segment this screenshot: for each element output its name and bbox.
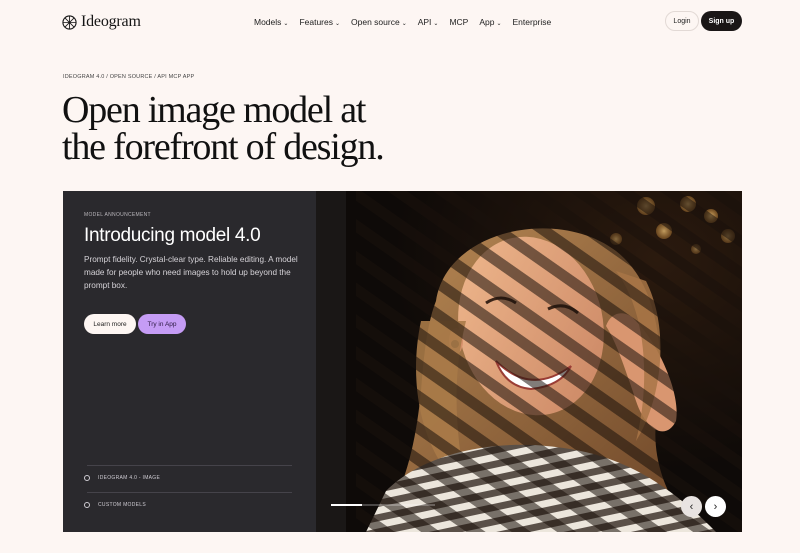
nav-item-mcp[interactable]: MCP — [449, 17, 468, 27]
learn-more-button[interactable]: Learn more — [84, 314, 136, 334]
nav-item-app[interactable]: App ⌄ — [479, 17, 501, 27]
nav-item-open-source[interactable]: Open source ⌄ — [351, 17, 407, 27]
hero-photo-illustration — [316, 191, 742, 532]
ideogram-logo-icon — [62, 14, 77, 30]
chevron-down-icon: ⌄ — [496, 20, 502, 27]
carousel-progress-fill — [331, 504, 363, 506]
hero-image — [316, 191, 742, 532]
chevron-down-icon: ⌄ — [401, 20, 407, 27]
chevron-down-icon: ⌄ — [334, 20, 341, 27]
breadcrumb: IDEOGRAM 4.0 / OPEN SOURCE / API MCP APP — [63, 74, 195, 80]
hero-label: MODEL ANNOUNCEMENT — [84, 212, 151, 218]
carousel-prev-button[interactable]: ‹ — [681, 496, 702, 517]
signup-button[interactable]: Sign up — [701, 11, 742, 31]
carousel-next-button[interactable]: › — [705, 496, 726, 517]
login-button[interactable]: Login — [665, 11, 699, 31]
main-menu: Models ⌄ Features ⌄ Open source ⌄ API ⌄ MCP … — [254, 17, 551, 27]
top-nav: Ideogram Models ⌄ Features ⌄ Open source ⌄ … — [0, 0, 800, 44]
nav-item-enterprise[interactable]: Enterprise — [513, 17, 552, 27]
try-in-app-button[interactable]: Try in App — [138, 314, 186, 334]
page-title: Open image model at the forefront of des… — [62, 89, 482, 168]
nav-item-models[interactable]: Models ⌄ — [254, 17, 288, 27]
radio-icon — [84, 502, 90, 508]
hero-description: Prompt fidelity. Crystal-clear type. Rel… — [84, 255, 298, 290]
carousel-item-ideogram-image[interactable]: IDEOGRAM 4.0 - IMAGE — [84, 475, 160, 481]
logo-text: Ideogram — [81, 13, 141, 30]
chevron-down-icon: ⌄ — [283, 20, 289, 27]
chevron-down-icon: ⌄ — [433, 20, 439, 27]
hero-carousel: MODEL ANNOUNCEMENT Introducing model 4.0… — [63, 191, 742, 532]
hero-info-panel: MODEL ANNOUNCEMENT Introducing model 4.0… — [63, 191, 316, 532]
chevron-left-icon: ‹ — [689, 500, 694, 513]
radio-icon — [84, 475, 90, 481]
page-title-line-2: the forefront of design. — [62, 126, 385, 168]
divider — [87, 492, 292, 493]
page-title-line-1: Open image model at — [62, 89, 366, 131]
nav-item-features[interactable]: Features ⌄ — [299, 17, 340, 27]
carousel-progress — [331, 504, 435, 506]
hero-title: Introducing model 4.0 — [84, 225, 261, 246]
logo[interactable]: Ideogram — [62, 13, 141, 31]
carousel-item-custom-models[interactable]: CUSTOM MODELS — [84, 502, 146, 508]
divider — [87, 465, 292, 466]
chevron-right-icon: › — [713, 500, 718, 513]
nav-item-api[interactable]: API ⌄ — [418, 17, 439, 27]
